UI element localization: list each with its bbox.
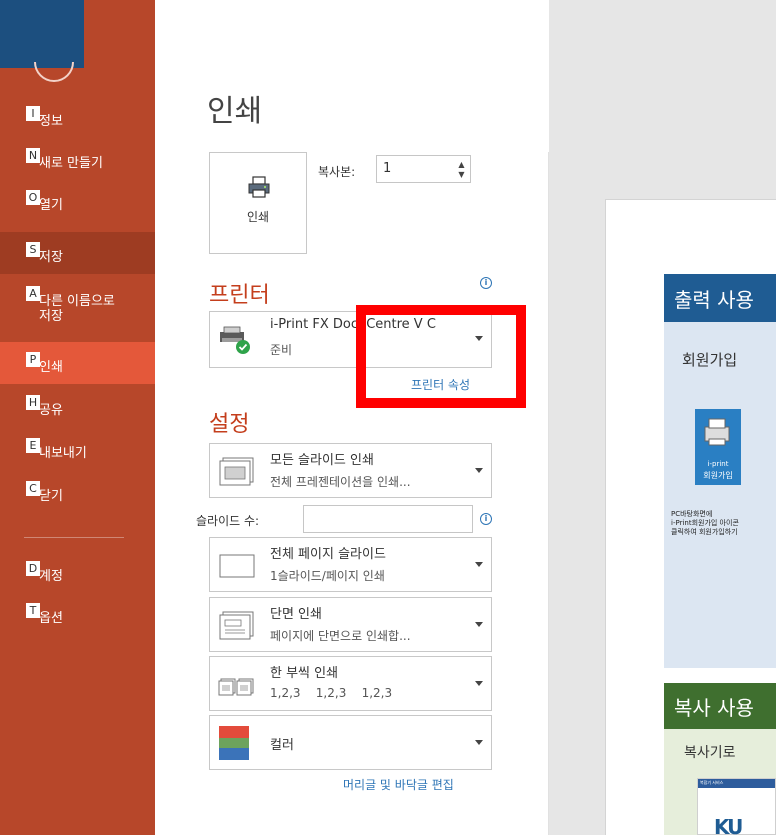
copies-input[interactable]: 1 ▲ ▼ bbox=[376, 155, 471, 183]
sides-sub: 페이지에 단면으로 인쇄합... bbox=[270, 629, 411, 643]
preview-note-line: i-Print회원가입 아이콘 bbox=[671, 519, 739, 527]
chevron-down-icon bbox=[475, 622, 483, 627]
keytip: O bbox=[26, 190, 40, 205]
color-icon bbox=[219, 726, 249, 760]
settings-section-title: 설정 bbox=[209, 412, 250, 437]
sidebar-item-close[interactable]: C 닫기 bbox=[0, 471, 155, 513]
chevron-down-icon bbox=[475, 562, 483, 567]
spin-up-icon[interactable]: ▲ bbox=[456, 160, 467, 169]
sidebar-item-print[interactable]: P 인쇄 bbox=[0, 342, 155, 384]
sidebar-item-open[interactable]: O 열기 bbox=[0, 180, 155, 222]
collate-icon bbox=[218, 678, 254, 696]
thumb-caption: 복합기 서비스 bbox=[700, 780, 724, 785]
sidebar-item-label: 내보내기 bbox=[39, 446, 87, 461]
sidebar-item-label: 공유 bbox=[39, 403, 63, 418]
chevron-down-icon bbox=[475, 468, 483, 473]
header-footer-link[interactable]: 머리글 및 바닥글 편집 bbox=[343, 776, 454, 793]
keytip: T bbox=[26, 603, 40, 618]
keytip: I bbox=[26, 106, 40, 121]
print-range-main: 모든 슬라이드 인쇄 bbox=[270, 453, 374, 468]
sidebar-item-export[interactable]: E 내보내기 bbox=[0, 428, 155, 470]
color-main: 컬러 bbox=[270, 738, 294, 753]
sidebar-divider bbox=[24, 537, 124, 538]
sidebar-item-label: 닫기 bbox=[39, 489, 63, 504]
preview-blue-subtitle: 회원가입 bbox=[682, 351, 738, 369]
thumb-logo: KU bbox=[714, 815, 743, 835]
sidebar-item-options[interactable]: T 옵션 bbox=[0, 593, 155, 635]
preview-green-header: 복사 사용 bbox=[664, 683, 776, 729]
collate-sub: 1,2,3 1,2,3 1,2,3 bbox=[270, 686, 393, 700]
sidebar-item-share[interactable]: H 공유 bbox=[0, 385, 155, 427]
sidebar-item-label: 정보 bbox=[39, 114, 63, 129]
preview-blue-header: 출력 사용 bbox=[664, 274, 776, 322]
sidebar-item-save-as[interactable]: A 다른 이름으로 저장 bbox=[0, 276, 155, 334]
back-tile bbox=[0, 0, 84, 68]
collate-main: 한 부씩 인쇄 bbox=[270, 666, 339, 681]
printer-status: 준비 bbox=[270, 343, 293, 357]
printer-ready-icon bbox=[220, 326, 250, 354]
app-icon-caption-2: 회원가입 bbox=[703, 471, 733, 480]
print-button[interactable]: 인쇄 bbox=[209, 152, 307, 254]
print-range-sub: 전체 프레젠테이션을 인쇄... bbox=[270, 475, 411, 489]
keytip: E bbox=[26, 438, 40, 453]
slides-input[interactable] bbox=[303, 505, 473, 533]
spin-down-icon[interactable]: ▼ bbox=[456, 170, 467, 179]
sides-main: 단면 인쇄 bbox=[270, 607, 322, 622]
preview-green-subtitle: 복사기로 bbox=[684, 745, 736, 761]
backstage-sidebar: I 정보 N 새로 만들기 O 열기 S 저장 A 다른 이름으로 저장 P 인… bbox=[0, 0, 155, 835]
layout-main: 전체 페이지 슬라이드 bbox=[270, 547, 386, 562]
info-icon[interactable]: i bbox=[480, 277, 492, 289]
print-button-label: 인쇄 bbox=[246, 210, 270, 224]
printer-section-title: 프린터 bbox=[209, 283, 270, 308]
printer-icon bbox=[704, 418, 730, 446]
keytip: N bbox=[26, 148, 40, 163]
all-slides-icon bbox=[219, 457, 254, 486]
chevron-down-icon bbox=[475, 740, 483, 745]
sidebar-item-label: 인쇄 bbox=[39, 360, 63, 375]
collate-dropdown[interactable]: 한 부씩 인쇄 1,2,3 1,2,3 1,2,3 bbox=[209, 656, 492, 711]
print-range-dropdown[interactable]: 모든 슬라이드 인쇄 전체 프레젠테이션을 인쇄... bbox=[209, 443, 492, 498]
printer-icon bbox=[248, 176, 270, 198]
sidebar-item-label: 저장 bbox=[39, 250, 63, 265]
sidebar-item-new[interactable]: N 새로 만들기 bbox=[0, 138, 155, 180]
single-sided-icon bbox=[219, 611, 254, 640]
sidebar-item-label-line2: 저장 bbox=[39, 309, 63, 324]
keytip: P bbox=[26, 352, 40, 367]
slides-label: 슬라이드 수: bbox=[196, 514, 260, 528]
sidebar-item-save[interactable]: S 저장 bbox=[0, 232, 155, 274]
info-icon[interactable]: i bbox=[480, 513, 492, 525]
preview-note-line: 클릭하여 회원가입하기 bbox=[671, 528, 738, 536]
sidebar-item-label: 옵션 bbox=[39, 611, 63, 626]
color-dropdown[interactable]: 컬러 bbox=[209, 715, 492, 770]
keytip: D bbox=[26, 561, 40, 576]
copies-label: 복사본: bbox=[318, 165, 356, 179]
app-icon-caption: i-print bbox=[707, 460, 729, 468]
layout-sub: 1슬라이드/페이지 인쇄 bbox=[270, 569, 385, 583]
keytip: A bbox=[26, 286, 40, 301]
keytip: S bbox=[26, 242, 40, 257]
sidebar-item-account[interactable]: D 계정 bbox=[0, 551, 155, 593]
page-title: 인쇄 bbox=[207, 94, 263, 129]
copies-value: 1 bbox=[383, 161, 392, 176]
sidebar-item-label: 새로 만들기 bbox=[39, 156, 103, 171]
highlight-box bbox=[356, 305, 526, 408]
preview-doc-thumbnail: 복합기 서비스 KU bbox=[697, 778, 776, 835]
sidebar-item-label: 열기 bbox=[39, 198, 63, 213]
preview-note-line: PC바탕화면에 bbox=[671, 510, 713, 518]
sides-dropdown[interactable]: 단면 인쇄 페이지에 단면으로 인쇄합... bbox=[209, 597, 492, 652]
layout-dropdown[interactable]: 전체 페이지 슬라이드 1슬라이드/페이지 인쇄 bbox=[209, 537, 492, 592]
sidebar-item-info[interactable]: I 정보 bbox=[0, 96, 155, 138]
keytip: H bbox=[26, 395, 40, 410]
preview-blue-panel bbox=[664, 322, 776, 668]
full-page-slide-icon bbox=[219, 554, 255, 578]
sidebar-item-label: 다른 이름으로 bbox=[39, 294, 115, 309]
sidebar-item-label: 계정 bbox=[39, 569, 63, 584]
chevron-down-icon bbox=[475, 681, 483, 686]
keytip: C bbox=[26, 481, 40, 496]
